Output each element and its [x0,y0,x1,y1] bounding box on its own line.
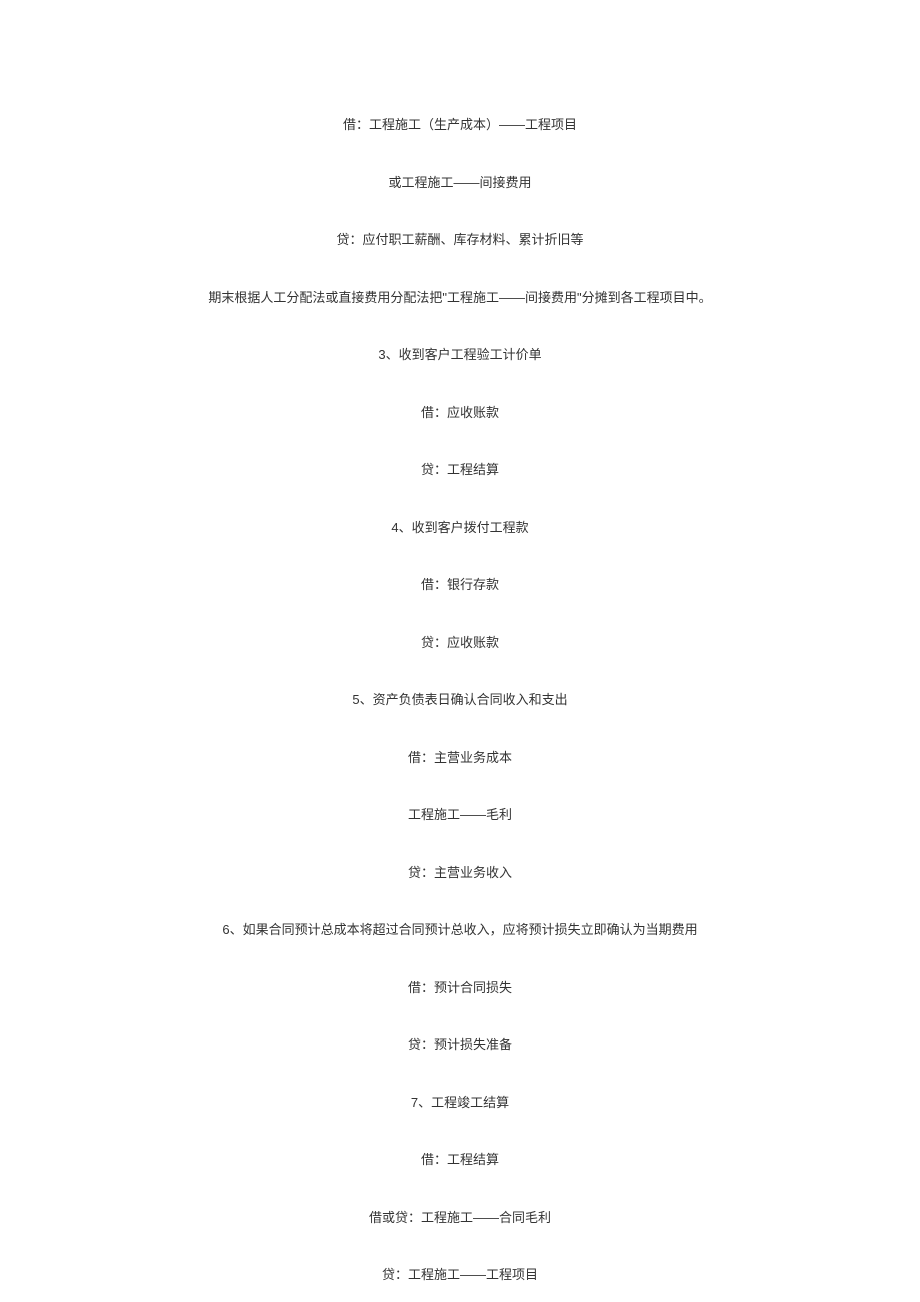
text-line: 借或贷：工程施工——合同毛利 [0,1208,920,1228]
text-line: 4、收到客户拨付工程款 [0,518,920,538]
text-line: 贷：应收账款 [0,633,920,653]
text-line: 贷：工程施工——工程项目 [0,1265,920,1285]
text-line: 贷：预计损失准备 [0,1035,920,1055]
text-line: 借：工程结算 [0,1150,920,1170]
text-line: 借：预计合同损失 [0,978,920,998]
text-line: 贷：工程结算 [0,460,920,480]
text-line: 6、如果合同预计总成本将超过合同预计总收入，应将预计损失立即确认为当期费用 [0,920,920,940]
text-line: 借：主营业务成本 [0,748,920,768]
text-line: 期末根据人工分配法或直接费用分配法把"工程施工——间接费用"分摊到各工程项目中。 [0,288,920,308]
text-line: 借：银行存款 [0,575,920,595]
text-line: 借：工程施工（生产成本）——工程项目 [0,115,920,135]
text-line: 3、收到客户工程验工计价单 [0,345,920,365]
text-line: 7、工程竣工结算 [0,1093,920,1113]
text-line: 贷：主营业务收入 [0,863,920,883]
text-line: 借：应收账款 [0,403,920,423]
text-line: 贷：应付职工薪酬、库存材料、累计折旧等 [0,230,920,250]
text-line: 或工程施工——间接费用 [0,173,920,193]
text-line: 5、资产负债表日确认合同收入和支出 [0,690,920,710]
text-line: 工程施工——毛利 [0,805,920,825]
